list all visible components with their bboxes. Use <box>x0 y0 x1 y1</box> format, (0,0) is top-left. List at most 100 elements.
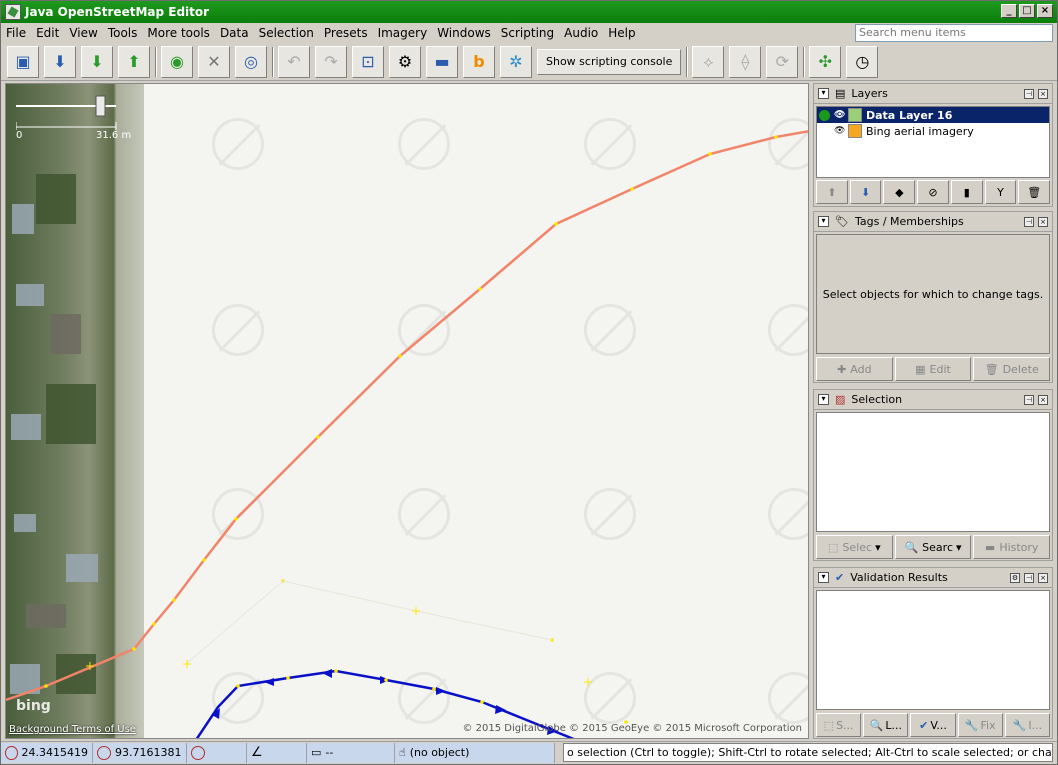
collapse-icon[interactable]: ▾ <box>818 216 829 227</box>
menu-scripting[interactable]: Scripting <box>496 26 559 40</box>
pin-icon[interactable]: ⊣ <box>1024 216 1034 227</box>
orange-way[interactable] <box>6 130 809 702</box>
validation-select-button[interactable]: ⬚ S... <box>816 713 862 737</box>
validation-list[interactable] <box>816 590 1050 710</box>
menu-more-tools[interactable]: More tools <box>142 26 215 40</box>
opacity-button[interactable]: ▮ <box>950 180 983 204</box>
distance-field: ▭ -- <box>307 742 395 763</box>
fix-label: Fix <box>980 718 996 732</box>
collapse-icon[interactable]: ▾ <box>818 88 829 99</box>
split-way-button[interactable]: ⟡ <box>692 45 725 78</box>
menu-audio[interactable]: Audio <box>559 26 603 40</box>
menu-data[interactable]: Data <box>215 26 254 40</box>
layer-item-data-layer[interactable]: 👁 Data Layer 16 <box>817 107 1049 123</box>
upload-button[interactable]: ⬆ <box>118 45 150 78</box>
menu-presets[interactable]: Presets <box>319 26 373 40</box>
combine-way-button[interactable]: ⟠ <box>729 45 762 78</box>
tags-empty-text: Select objects for which to change tags. <box>822 287 1044 301</box>
preferences-button[interactable]: ⚙ <box>389 45 421 78</box>
menu-tools[interactable]: Tools <box>103 26 143 40</box>
panel-close-icon[interactable]: × <box>1038 88 1048 99</box>
open-button[interactable]: ▣ <box>7 45 39 78</box>
collapse-icon[interactable]: ▾ <box>818 394 829 405</box>
menu-help[interactable]: Help <box>603 26 640 40</box>
visibility-eye-icon[interactable]: 👁 <box>834 126 845 136</box>
faint-way[interactable] <box>185 580 553 665</box>
redo-button[interactable]: ↷ <box>315 45 347 78</box>
select-label: Selec <box>842 540 873 554</box>
history-button[interactable]: ▬ History <box>973 535 1051 559</box>
pin-icon[interactable]: ⊣ <box>1024 88 1034 99</box>
help-text: o selection (Ctrl to toggle); Shift-Ctrl… <box>563 743 1053 762</box>
zoom-slider[interactable]: 0 31.6 m <box>15 94 131 141</box>
visibility-eye-icon[interactable]: 👁 <box>834 110 845 120</box>
validation-check-icon: ✔ <box>835 571 845 584</box>
delete-layer-button[interactable]: 🗑 <box>1018 180 1051 204</box>
minimize-button[interactable]: _ <box>1001 4 1017 18</box>
check-icon: ✔ <box>919 718 929 732</box>
clock-icon: ◷ <box>855 52 870 71</box>
wrench-icon: 🔧 <box>1012 718 1027 732</box>
plugin-button[interactable]: ✲ <box>500 45 532 78</box>
search-menu-input[interactable]: Search menu items <box>855 24 1053 42</box>
move-up-button[interactable]: ⬆ <box>816 180 848 204</box>
layer-item-bing[interactable]: 👁 Bing aerial imagery <box>817 123 1049 139</box>
selection-list[interactable] <box>816 412 1050 532</box>
search-area-button[interactable]: ◎ <box>235 45 267 78</box>
save-button[interactable]: ⬇ <box>44 45 76 78</box>
edit-tag-button[interactable]: ▦ Edit <box>894 357 972 381</box>
menu-imagery[interactable]: Imagery <box>373 26 433 40</box>
layer-swatch-button[interactable]: ▬ <box>426 45 458 78</box>
map-features[interactable] <box>6 84 809 739</box>
validation-lookup-button[interactable]: 🔍 L... <box>863 713 909 737</box>
wireframe-button[interactable]: ✕ <box>198 45 230 78</box>
layer-swatch-icon: ▬ <box>434 52 450 71</box>
trash-icon: 🗑 <box>1027 185 1042 199</box>
delete-tag-button[interactable]: 🗑 Delete <box>973 357 1051 381</box>
merge-layer-button[interactable]: ◆ <box>883 180 916 204</box>
menu-file[interactable]: File <box>1 26 31 40</box>
panel-close-icon[interactable]: × <box>1038 394 1048 405</box>
map-view[interactable]: 0 31.6 m bing Background Terms of Use © … <box>5 83 809 739</box>
zoom-extent-button[interactable]: ⊡ <box>352 45 384 78</box>
undo-button[interactable]: ↶ <box>278 45 310 78</box>
validate-button[interactable]: ✔ V... <box>910 713 956 737</box>
active-check-icon[interactable] <box>819 109 830 121</box>
background-terms-link[interactable]: Background Terms of Use <box>9 724 136 735</box>
zoom-download-button[interactable]: ◉ <box>161 45 193 78</box>
zoom-icon: 🔍 <box>869 718 884 732</box>
menu-selection[interactable]: Selection <box>254 26 319 40</box>
menu-view[interactable]: View <box>64 26 102 40</box>
settings-icon[interactable]: ⚙ <box>1010 572 1020 583</box>
angle-icon: ∠ <box>251 745 263 760</box>
move-down-button[interactable]: ⬇ <box>849 180 882 204</box>
duplicate-button[interactable]: Y <box>984 180 1017 204</box>
pin-icon[interactable]: ⊣ <box>1024 572 1034 583</box>
merge-icon: ◆ <box>895 185 904 199</box>
ignore-button[interactable]: 🔧 I... <box>1004 713 1051 737</box>
maximize-button[interactable]: □ <box>1019 4 1035 18</box>
collapse-icon[interactable]: ▾ <box>818 572 829 583</box>
pin-icon[interactable]: ⊣ <box>1024 394 1034 405</box>
panel-close-icon[interactable]: × <box>1038 572 1048 583</box>
close-button[interactable]: × <box>1037 4 1053 18</box>
save-icon: ⬇ <box>53 52 67 71</box>
panel-close-icon[interactable]: × <box>1038 216 1048 227</box>
fix-button[interactable]: 🔧 Fix <box>957 713 1003 737</box>
show-hide-button[interactable]: ⊘ <box>917 180 949 204</box>
show-scripting-console-button[interactable]: Show scripting console <box>537 48 682 75</box>
zoom-fit-button[interactable]: ✣ <box>809 45 842 78</box>
plugin-icon: ✲ <box>509 52 523 71</box>
download-button[interactable]: ⬇ <box>81 45 113 78</box>
refresh-button[interactable]: ⟳ <box>766 45 799 78</box>
clock-button[interactable]: ◷ <box>846 45 879 78</box>
select-button[interactable]: ⬚ Selec ▾ <box>816 535 893 559</box>
menu-windows[interactable]: Windows <box>432 26 496 40</box>
bing-button[interactable]: b <box>463 45 495 78</box>
refresh-icon: ⟳ <box>775 52 790 71</box>
search-button[interactable]: 🔍 Searc ▾ <box>894 535 972 559</box>
dropdown-arrow-icon: ▾ <box>875 540 881 554</box>
add-tag-button[interactable]: ✚ Add <box>816 357 893 381</box>
menu-edit[interactable]: Edit <box>31 26 64 40</box>
arrow-down-icon: ⬇ <box>860 185 871 199</box>
